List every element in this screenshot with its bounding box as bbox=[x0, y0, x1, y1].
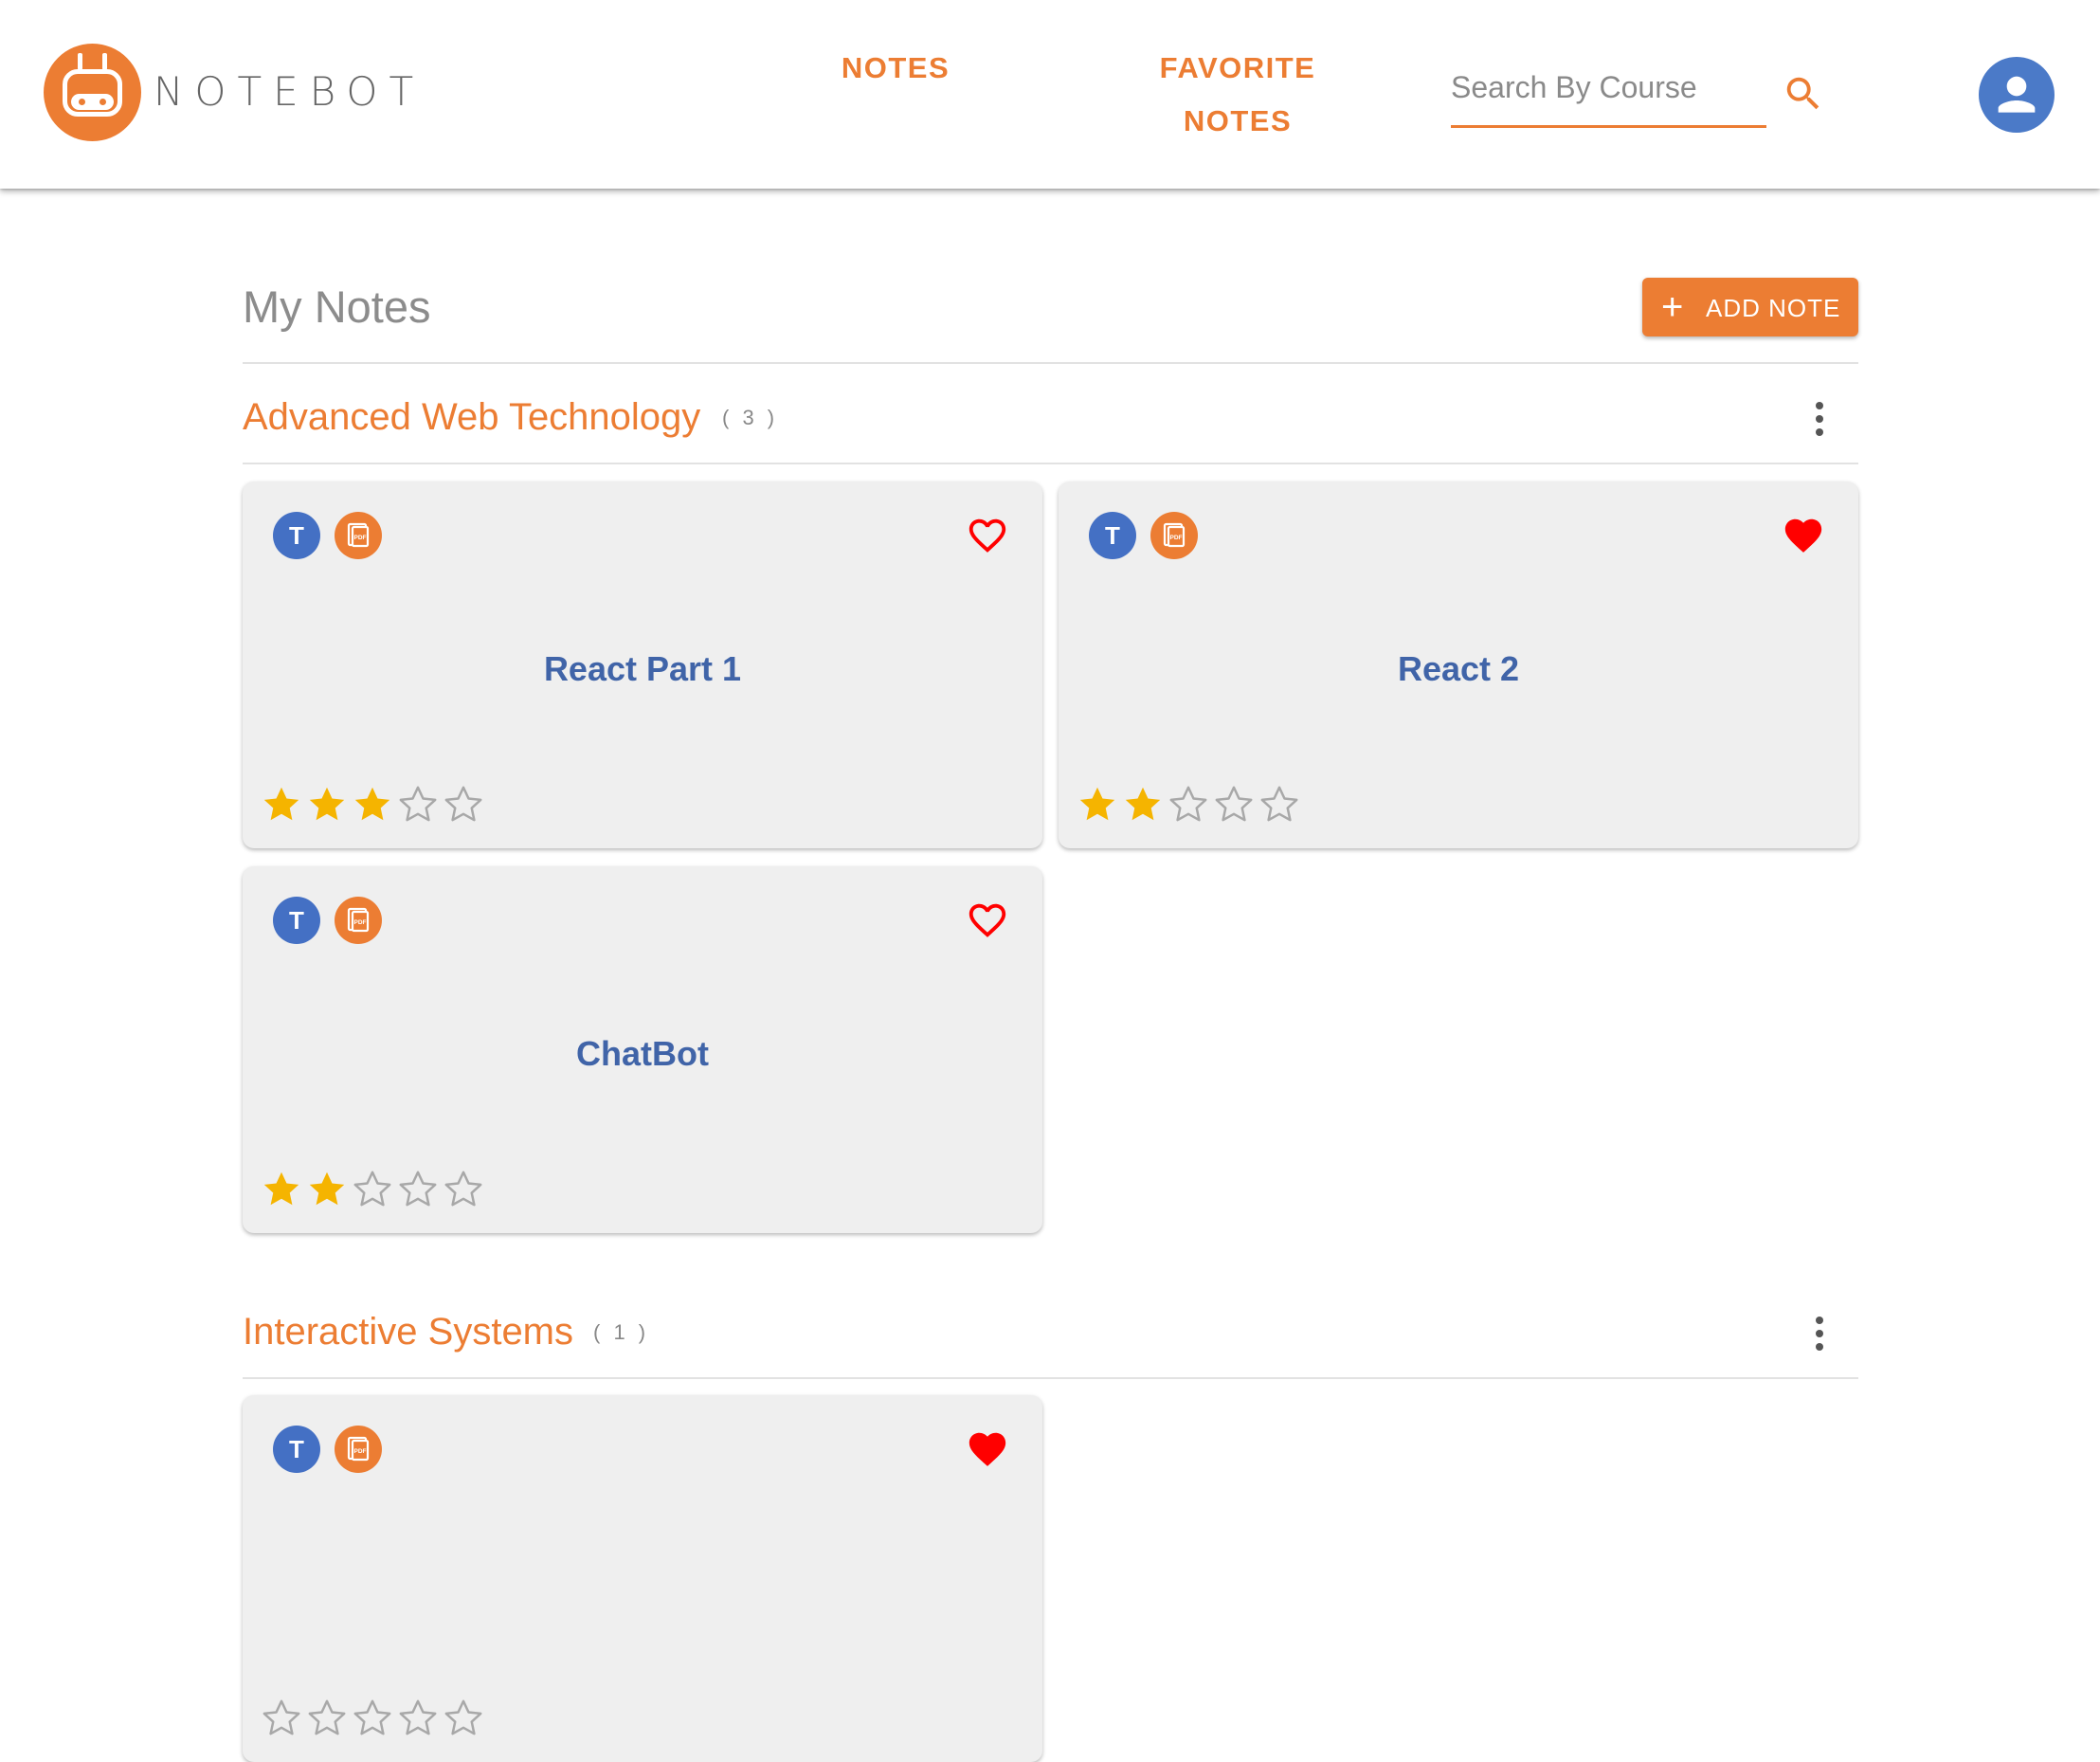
note-type-badge: T bbox=[273, 1426, 320, 1473]
star-empty-icon[interactable] bbox=[305, 1697, 351, 1740]
svg-text:PDF: PDF bbox=[354, 535, 367, 541]
star-empty-icon[interactable] bbox=[260, 1697, 305, 1740]
more-options-icon[interactable] bbox=[1804, 398, 1835, 440]
star-rating[interactable] bbox=[1076, 783, 1303, 827]
app-bar: NOTEBOT NOTES FAVORITE NOTES bbox=[0, 0, 2100, 189]
note-type-badge: T bbox=[273, 897, 320, 944]
logo-antenna-right bbox=[102, 53, 107, 70]
logo-eyes bbox=[71, 94, 114, 110]
svg-text:PDF: PDF bbox=[354, 1448, 367, 1455]
course-count: ( 1 ) bbox=[593, 1320, 650, 1344]
note-type-badge: T bbox=[273, 512, 320, 559]
star-filled-icon[interactable] bbox=[1076, 783, 1121, 827]
plus-icon: + bbox=[1661, 286, 1684, 328]
search-input[interactable] bbox=[1451, 70, 1764, 105]
nav-notes[interactable]: NOTES bbox=[823, 42, 969, 95]
star-empty-icon[interactable] bbox=[351, 1168, 396, 1211]
brand-name[interactable]: NOTEBOT bbox=[154, 68, 425, 115]
robot-logo-icon[interactable] bbox=[44, 44, 141, 141]
search-field bbox=[1451, 68, 1766, 128]
star-filled-icon[interactable] bbox=[1121, 783, 1167, 827]
course-divider bbox=[243, 463, 1858, 464]
note-title: React Part 1 bbox=[543, 649, 742, 688]
star-rating[interactable] bbox=[260, 1697, 487, 1740]
add-note-button[interactable]: + ADD NOTE bbox=[1642, 278, 1858, 336]
star-filled-icon[interactable] bbox=[305, 783, 351, 827]
note-title: React 2 bbox=[1397, 649, 1520, 688]
star-filled-icon[interactable] bbox=[260, 783, 305, 827]
star-rating[interactable] bbox=[260, 783, 487, 827]
add-note-label: ADD NOTE bbox=[1706, 294, 1841, 322]
star-empty-icon[interactable] bbox=[351, 1697, 396, 1740]
page-title: My Notes bbox=[243, 282, 431, 332]
star-empty-icon[interactable] bbox=[1212, 783, 1258, 827]
note-title: ChatBot bbox=[576, 1034, 709, 1073]
star-empty-icon[interactable] bbox=[442, 1697, 487, 1740]
svg-text:PDF: PDF bbox=[354, 919, 367, 926]
star-empty-icon[interactable] bbox=[396, 1168, 442, 1211]
nav-favorite-label-line2: NOTES bbox=[1183, 104, 1293, 137]
star-filled-icon[interactable] bbox=[305, 1168, 351, 1211]
pdf-icon: PDF bbox=[335, 1426, 382, 1473]
note-card[interactable]: T PDF React Part 1 bbox=[243, 481, 1042, 848]
star-empty-icon[interactable] bbox=[1167, 783, 1212, 827]
note-card[interactable]: T PDF bbox=[243, 1395, 1042, 1762]
star-empty-icon[interactable] bbox=[1258, 783, 1303, 827]
star-empty-icon[interactable] bbox=[442, 783, 487, 827]
note-card[interactable]: T PDF ChatBot bbox=[243, 866, 1042, 1233]
pdf-icon: PDF bbox=[335, 512, 382, 559]
pdf-icon: PDF bbox=[335, 897, 382, 944]
course-title[interactable]: Interactive Systems bbox=[243, 1311, 573, 1353]
favorite-heart-icon[interactable] bbox=[966, 514, 1009, 557]
star-filled-icon[interactable] bbox=[260, 1168, 305, 1211]
star-empty-icon[interactable] bbox=[396, 783, 442, 827]
star-rating[interactable] bbox=[260, 1168, 487, 1211]
course-count: ( 3 ) bbox=[722, 406, 779, 429]
favorite-heart-icon[interactable] bbox=[966, 899, 1009, 942]
star-filled-icon[interactable] bbox=[351, 783, 396, 827]
svg-text:PDF: PDF bbox=[1170, 535, 1183, 541]
star-empty-icon[interactable] bbox=[442, 1168, 487, 1211]
note-type-badge: T bbox=[1089, 512, 1136, 559]
nav-favorite-label-line1: FAVORITE bbox=[1159, 51, 1316, 84]
favorite-heart-icon[interactable] bbox=[966, 1427, 1009, 1471]
note-card[interactable]: T PDF React 2 bbox=[1059, 481, 1858, 848]
search-icon[interactable] bbox=[1782, 72, 1825, 116]
course-title[interactable]: Advanced Web Technology bbox=[243, 396, 700, 439]
more-options-icon[interactable] bbox=[1804, 1313, 1835, 1354]
section-divider bbox=[243, 362, 1858, 364]
nav-notes-label: NOTES bbox=[841, 51, 950, 84]
nav-favorite-notes[interactable]: FAVORITE NOTES bbox=[1143, 42, 1332, 148]
pdf-icon: PDF bbox=[1150, 512, 1198, 559]
course-divider bbox=[243, 1377, 1858, 1379]
star-empty-icon[interactable] bbox=[396, 1697, 442, 1740]
favorite-heart-icon[interactable] bbox=[1782, 514, 1825, 557]
logo-antenna-left bbox=[78, 53, 82, 70]
account-icon[interactable] bbox=[1979, 57, 2055, 133]
